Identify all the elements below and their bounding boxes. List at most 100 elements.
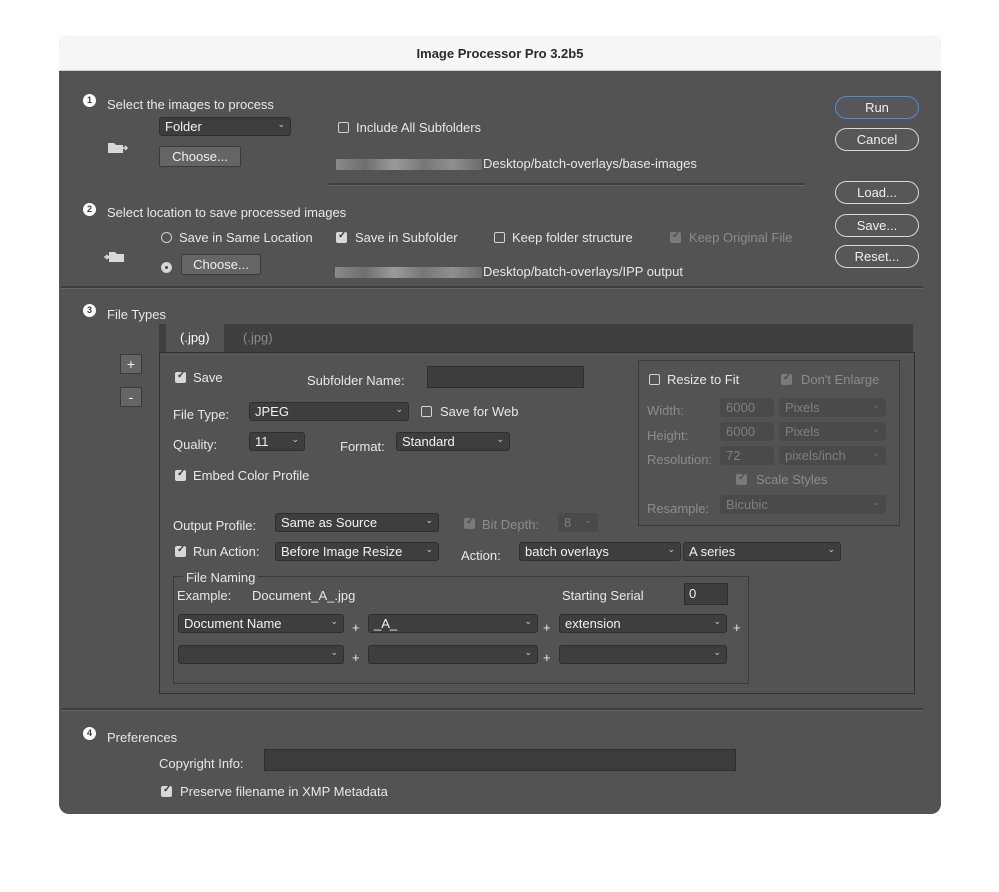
subfolder-name-input[interactable] bbox=[427, 366, 584, 388]
plus-separator: + bbox=[543, 620, 551, 635]
example-label: Example: bbox=[177, 588, 232, 603]
choose-source-button[interactable]: Choose... bbox=[159, 146, 241, 167]
bit-depth-select[interactable]: 8 ⌄ bbox=[558, 513, 598, 532]
resolution-unit-select[interactable]: pixels/inch ⌄ bbox=[779, 446, 886, 465]
height-unit-select[interactable]: Pixels ⌄ bbox=[779, 422, 886, 441]
destination-path: Desktop/batch-overlays/IPP output bbox=[483, 264, 683, 279]
save-in-subfolder-label: Save in Subfolder bbox=[355, 230, 458, 245]
window-title: Image Processor Pro 3.2b5 bbox=[416, 46, 584, 61]
section-2-title: Select location to save processed images bbox=[107, 205, 347, 220]
naming-field-4-select[interactable]: ⌄ bbox=[178, 645, 344, 664]
width-input[interactable]: 6000 bbox=[720, 398, 774, 417]
chevron-down-icon: ⌄ bbox=[524, 647, 532, 657]
starting-serial-input[interactable]: 0 bbox=[684, 583, 728, 605]
tab-jpg-1[interactable]: (.jpg) bbox=[166, 324, 224, 352]
action-set-value: batch overlays bbox=[525, 544, 609, 559]
source-select-value: Folder bbox=[165, 119, 202, 134]
save-for-web-label: Save for Web bbox=[440, 404, 519, 419]
keep-original-checkbox[interactable] bbox=[670, 230, 681, 243]
naming-field-6-select[interactable]: ⌄ bbox=[559, 645, 727, 664]
output-profile-select[interactable]: Same as Source ⌄ bbox=[275, 513, 439, 532]
file-type-value: JPEG bbox=[255, 404, 289, 419]
same-location-radio[interactable] bbox=[161, 232, 172, 243]
dont-enlarge-checkbox[interactable] bbox=[781, 372, 792, 385]
section-4-number: 4 bbox=[83, 727, 96, 740]
quality-value: 11 bbox=[255, 434, 269, 449]
keep-original-label: Keep Original File bbox=[689, 230, 793, 245]
source-select[interactable]: Folder ⌄ bbox=[159, 117, 291, 136]
reset-button[interactable]: Reset... bbox=[835, 245, 919, 268]
cancel-button[interactable]: Cancel bbox=[835, 128, 919, 151]
quality-select[interactable]: 11 ⌄ bbox=[249, 432, 305, 451]
folder-save-icon bbox=[103, 249, 125, 268]
format-select[interactable]: Standard ⌄ bbox=[396, 432, 510, 451]
preserve-filename-checkbox[interactable] bbox=[161, 784, 172, 797]
file-type-select[interactable]: JPEG ⌄ bbox=[249, 402, 409, 421]
save-filetype-checkbox[interactable] bbox=[175, 370, 186, 383]
plus-separator: + bbox=[543, 650, 551, 665]
file-naming-legend: File Naming bbox=[183, 570, 259, 585]
bit-depth-label: Bit Depth: bbox=[482, 517, 540, 532]
action-select[interactable]: A series ⌄ bbox=[683, 542, 841, 561]
height-label: Height: bbox=[647, 428, 689, 443]
run-action-select[interactable]: Before Image Resize ⌄ bbox=[275, 542, 439, 561]
scale-styles-checkbox[interactable] bbox=[736, 472, 747, 485]
plus-separator: + bbox=[352, 620, 360, 635]
save-in-subfolder-checkbox[interactable] bbox=[336, 230, 347, 243]
naming-field-3-value: extension bbox=[565, 616, 621, 631]
naming-field-2-select[interactable]: _A_ ⌄ bbox=[368, 614, 538, 633]
starting-serial-label: Starting Serial bbox=[562, 588, 644, 603]
save-for-web-checkbox[interactable] bbox=[421, 406, 432, 417]
copyright-input[interactable] bbox=[264, 749, 736, 771]
redacted-path-prefix bbox=[336, 159, 482, 170]
chevron-down-icon: ⌄ bbox=[872, 400, 880, 410]
save-settings-button[interactable]: Save... bbox=[835, 214, 919, 237]
chevron-down-icon: ⌄ bbox=[872, 448, 880, 458]
bit-depth-value: 8 bbox=[564, 515, 572, 530]
section-1-number: 1 bbox=[83, 94, 96, 107]
resample-select[interactable]: Bicubic ⌄ bbox=[720, 495, 886, 514]
width-unit-select[interactable]: Pixels ⌄ bbox=[779, 398, 886, 417]
choose-location-radio[interactable] bbox=[161, 262, 172, 273]
embed-profile-checkbox[interactable] bbox=[175, 468, 186, 481]
save-filetype-label: Save bbox=[193, 370, 223, 385]
chevron-down-icon: ⌄ bbox=[330, 616, 338, 626]
title-bar: Image Processor Pro 3.2b5 bbox=[59, 36, 941, 71]
height-input[interactable]: 6000 bbox=[720, 422, 774, 441]
width-label: Width: bbox=[647, 403, 684, 418]
file-type-label: File Type: bbox=[173, 407, 230, 422]
chevron-down-icon: ⌄ bbox=[827, 544, 835, 554]
action-set-select[interactable]: batch overlays ⌄ bbox=[519, 542, 681, 561]
chevron-down-icon: ⌄ bbox=[395, 404, 403, 414]
run-action-checkbox[interactable] bbox=[175, 544, 186, 557]
source-path: Desktop/batch-overlays/base-images bbox=[483, 156, 697, 171]
remove-filetype-button[interactable]: - bbox=[120, 387, 142, 407]
bit-depth-checkbox[interactable] bbox=[464, 516, 475, 529]
chevron-down-icon: ⌄ bbox=[713, 616, 721, 626]
naming-field-1-value: Document Name bbox=[184, 616, 282, 631]
choose-destination-button[interactable]: Choose... bbox=[181, 254, 261, 275]
naming-field-5-select[interactable]: ⌄ bbox=[368, 645, 538, 664]
run-button[interactable]: Run bbox=[835, 96, 919, 119]
keep-structure-checkbox[interactable] bbox=[494, 232, 505, 243]
keep-structure-label: Keep folder structure bbox=[512, 230, 633, 245]
folder-arrow-icon bbox=[107, 140, 129, 159]
chevron-down-icon: ⌄ bbox=[667, 544, 675, 554]
naming-field-3-select[interactable]: extension ⌄ bbox=[559, 614, 727, 633]
resize-to-fit-checkbox[interactable] bbox=[649, 374, 660, 385]
action-label: Action: bbox=[461, 548, 501, 563]
add-filetype-button[interactable]: + bbox=[120, 354, 142, 374]
include-subfolders-checkbox[interactable] bbox=[338, 122, 349, 133]
divider bbox=[329, 183, 805, 186]
chevron-down-icon: ⌄ bbox=[425, 515, 433, 525]
chevron-down-icon: ⌄ bbox=[584, 515, 592, 525]
include-subfolders-label: Include All Subfolders bbox=[356, 120, 482, 135]
resolution-input[interactable]: 72 bbox=[720, 446, 774, 465]
load-button[interactable]: Load... bbox=[835, 181, 919, 204]
tab-jpg-2[interactable]: (.jpg) bbox=[229, 324, 287, 352]
redacted-path-prefix bbox=[335, 267, 482, 278]
naming-field-1-select[interactable]: Document Name ⌄ bbox=[178, 614, 344, 633]
chevron-down-icon: ⌄ bbox=[524, 616, 532, 626]
chevron-down-icon: ⌄ bbox=[277, 119, 285, 129]
scale-styles-label: Scale Styles bbox=[756, 472, 828, 487]
